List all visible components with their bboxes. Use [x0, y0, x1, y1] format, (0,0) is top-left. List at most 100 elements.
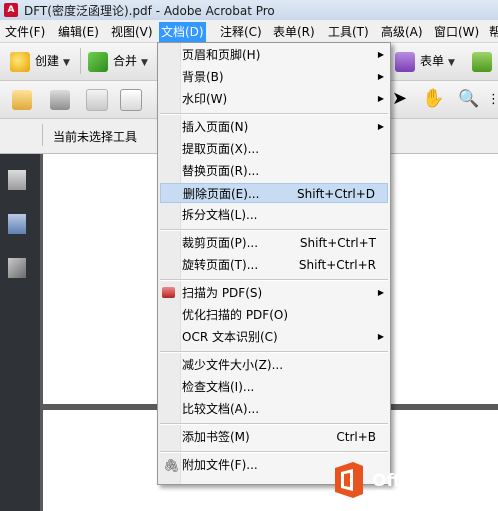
menu-item-shortcut: Shift+Ctrl+D — [297, 187, 375, 201]
menu-item-delete-pages[interactable]: 删除页面(E)... Shift+Ctrl+D — [160, 183, 388, 203]
menu-item-examine-document[interactable]: 检查文档(I)... — [158, 377, 390, 397]
menu-item-label: 裁剪页面(P)... — [182, 236, 259, 250]
menu-item-watermark[interactable]: 水印(W) ▶ — [158, 89, 390, 109]
menu-item-label: 旋转页面(T)... — [182, 258, 259, 272]
menu-view[interactable]: 视图(V) — [109, 22, 155, 42]
email-button[interactable] — [120, 87, 147, 111]
menu-item-label: 拆分文档(L)... — [182, 208, 258, 222]
menu-item-background[interactable]: 背景(B) ▶ — [158, 67, 390, 87]
menu-item-label: 比较文档(A)... — [182, 402, 260, 416]
menu-item-scan-to-pdf[interactable]: 扫描为 PDF(S) ▶ — [158, 283, 390, 303]
create-button[interactable]: 创建 ▼ — [10, 49, 70, 73]
menu-edit[interactable]: 编辑(E) — [56, 22, 101, 42]
menu-item-label: 检查文档(I)... — [182, 380, 255, 394]
menu-item-label: 附加文件(F)... — [182, 458, 258, 472]
envelope-icon — [120, 88, 142, 111]
menu-item-shortcut: Ctrl+B — [336, 430, 376, 444]
menu-item-reduce-size[interactable]: 减少文件大小(Z)... — [158, 355, 390, 375]
menu-item-split-document[interactable]: 拆分文档(L)... — [158, 205, 390, 225]
menu-item-optimize-scanned[interactable]: 优化扫描的 PDF(O) — [158, 305, 390, 325]
menu-item-label: 优化扫描的 PDF(O) — [182, 308, 289, 322]
combine-icon — [88, 51, 108, 72]
menu-item-label: 扫描为 PDF(S) — [182, 286, 263, 300]
pages-icon[interactable] — [8, 170, 26, 190]
hand-icon: ✋ — [422, 88, 445, 109]
menu-item-label: 背景(B) — [182, 70, 224, 84]
select-tool-button[interactable]: ➤ — [392, 87, 407, 111]
menu-separator — [160, 351, 388, 353]
menu-window[interactable]: 窗口(W) — [432, 22, 481, 42]
menu-item-label: 减少文件大小(Z)... — [182, 358, 284, 372]
paperclip-icon: 🖇 — [163, 459, 180, 474]
menu-advanced[interactable]: 高级(A) — [379, 22, 425, 42]
watermark-url: www.office26.com — [372, 486, 473, 499]
menu-item-label: 删除页面(E)... — [183, 187, 260, 201]
toolbar-divider — [80, 48, 81, 74]
form-label: 表单 — [420, 54, 445, 68]
menu-item-ocr[interactable]: OCR 文本识别(C) ▶ — [158, 327, 390, 347]
combine-label: 合并 — [113, 54, 138, 68]
menu-separator — [160, 451, 388, 453]
menu-item-insert-pages[interactable]: 插入页面(N) ▶ — [158, 117, 390, 137]
forms-button[interactable]: 表单 ▼ — [395, 49, 455, 73]
submenu-arrow-icon: ▶ — [377, 122, 384, 131]
menu-help[interactable]: 帮 — [487, 22, 498, 42]
menu-item-compare-documents[interactable]: 比较文档(A)... — [158, 399, 390, 419]
menu-item-label: 页眉和页脚(H) — [182, 48, 261, 62]
toolbar-divider — [42, 124, 43, 146]
menu-item-crop-pages[interactable]: 裁剪页面(P)... Shift+Ctrl+T — [158, 233, 390, 253]
zoom-tool-button[interactable]: 🔍 — [458, 87, 479, 111]
cursor-icon: ➤ — [392, 88, 408, 109]
scanner-icon — [162, 287, 175, 298]
menu-item-label: 提取页面(X)... — [182, 142, 260, 156]
chevron-down-icon: ▼ — [63, 58, 70, 68]
menu-file[interactable]: 文件(F) — [3, 22, 47, 42]
menu-item-label: OCR 文本识别(C) — [182, 330, 278, 344]
menu-separator — [160, 113, 388, 115]
document-menu: 页眉和页脚(H) ▶ 背景(B) ▶ 水印(W) ▶ 插入页面(N) ▶ 提取页… — [157, 42, 391, 485]
folder-icon — [12, 89, 32, 110]
menu-item-shortcut: Shift+Ctrl+R — [298, 258, 376, 272]
navigation-pane — [0, 154, 40, 511]
submenu-arrow-icon: ▶ — [377, 332, 384, 341]
printer-icon — [50, 89, 70, 110]
menu-item-shortcut: Shift+Ctrl+T — [299, 236, 376, 250]
menu-item-header-footer[interactable]: 页眉和页脚(H) ▶ — [158, 45, 390, 65]
more-tool-button[interactable]: ⋮ — [487, 87, 498, 111]
save-button[interactable] — [86, 87, 113, 111]
menu-item-add-bookmark[interactable]: 添加书签(M) Ctrl+B — [158, 427, 390, 447]
secure-icon — [472, 51, 492, 72]
menu-separator — [160, 279, 388, 281]
chevron-down-icon: ▼ — [448, 58, 455, 68]
menu-separator — [160, 423, 388, 425]
overflow-icon: ⋮ — [487, 92, 498, 107]
menu-document[interactable]: 文档(D) — [159, 22, 206, 42]
acrobat-icon: A — [4, 3, 18, 17]
menu-tools[interactable]: 工具(T) — [326, 22, 371, 42]
menu-item-label: 插入页面(N) — [182, 120, 249, 134]
menu-forms[interactable]: 表单(R) — [271, 22, 317, 42]
window-title: DFT(密度泛函理论).pdf - Adobe Acrobat Pro — [24, 4, 275, 18]
extra-tool-button[interactable] — [472, 49, 497, 73]
menu-item-label: 替换页面(R)... — [182, 164, 260, 178]
submenu-arrow-icon: ▶ — [377, 288, 384, 297]
menu-item-label: 水印(W) — [182, 92, 228, 106]
bookmarks-icon[interactable] — [8, 214, 26, 234]
menu-item-rotate-pages[interactable]: 旋转页面(T)... Shift+Ctrl+R — [158, 255, 390, 275]
print-button[interactable] — [50, 87, 75, 111]
menu-comments[interactable]: 注释(C) — [218, 22, 264, 42]
submenu-arrow-icon: ▶ — [377, 50, 384, 59]
hand-tool-button[interactable]: ✋ — [422, 87, 444, 111]
menu-item-label: 添加书签(M) — [182, 430, 250, 444]
open-button[interactable] — [12, 87, 37, 111]
submenu-arrow-icon: ▶ — [377, 94, 384, 103]
signatures-icon[interactable] — [8, 258, 26, 278]
combine-button[interactable]: 合并 ▼ — [88, 49, 148, 73]
create-label: 创建 — [35, 54, 60, 68]
save-icon — [86, 88, 108, 111]
tool-status-text: 当前未选择工具 — [53, 130, 138, 144]
menu-item-replace-pages[interactable]: 替换页面(R)... — [158, 161, 390, 181]
submenu-arrow-icon: ▶ — [377, 72, 384, 81]
menu-item-extract-pages[interactable]: 提取页面(X)... — [158, 139, 390, 159]
create-icon — [10, 51, 30, 72]
